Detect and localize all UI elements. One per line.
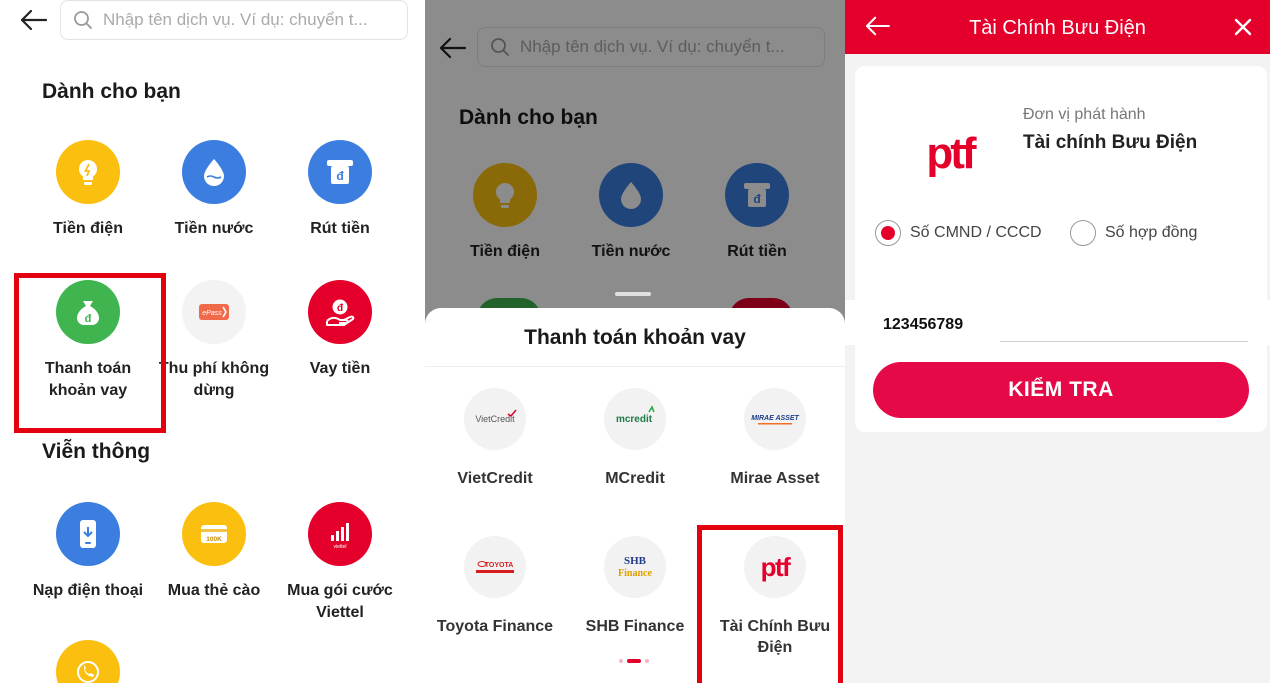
page-dot-active <box>627 658 641 663</box>
check-button[interactable]: KIỂM TRA <box>873 362 1249 418</box>
back-arrow-icon[interactable] <box>18 8 48 32</box>
toyota-finance-logo: TOYOTA <box>464 536 526 598</box>
ptf-payment-screen: Tài Chính Bưu Điện ptf Đơn vị phát hành … <box>845 0 1270 683</box>
services-screen: Dành cho bạn Tiền điện Tiền nước đ Rút t… <box>0 0 425 683</box>
highlight-box <box>14 273 166 433</box>
back-arrow-icon[interactable] <box>863 15 891 37</box>
lender-shb-finance[interactable]: SHB Finance SHB Finance <box>565 536 705 637</box>
service-label: Nạp điện thoại <box>32 582 144 599</box>
atm-withdraw-icon: đ <box>308 140 372 204</box>
svg-text:đ: đ <box>336 169 344 183</box>
radio-label: Số hợp đồng <box>1105 224 1198 241</box>
service-withdraw[interactable]: đ Rút tiền <box>280 140 400 240</box>
search-input[interactable] <box>103 10 407 30</box>
radio-selected-dot <box>881 226 895 240</box>
service-label: Tiền nước <box>174 220 254 237</box>
lender-label: MCredit <box>605 470 665 487</box>
highlight-box <box>697 525 843 683</box>
radio-button[interactable] <box>1070 220 1096 246</box>
section-title-for-you: Dành cho bạn <box>42 80 181 103</box>
svg-text:100K: 100K <box>206 536 222 543</box>
lender-mirae-asset[interactable]: MIRAE ASSET Mirae Asset <box>705 388 845 489</box>
lender-label: VietCredit <box>457 470 533 487</box>
lender-toyota-finance[interactable]: TOYOTA Toyota Finance <box>425 536 565 637</box>
radio-label: Số CMND / CCCD <box>910 224 1042 241</box>
scratch-card-icon: 100K <box>182 502 246 566</box>
svg-text:SHB: SHB <box>624 555 647 567</box>
lightbulb-icon <box>56 140 120 204</box>
page-indicator <box>617 652 651 670</box>
service-borrow[interactable]: đ Vay tiền <box>280 280 400 380</box>
service-etc-toll[interactable]: ePass Thu phí không dừng <box>154 280 274 402</box>
mirae-asset-logo: MIRAE ASSET <box>744 388 806 450</box>
svg-text:ePass: ePass <box>202 310 222 317</box>
sheet-title: Thanh toán khoản vay <box>524 326 746 349</box>
svg-text:mcredit: mcredit <box>616 414 653 425</box>
section-title-telecom: Viễn thông <box>42 440 151 463</box>
shb-finance-logo: SHB Finance <box>604 536 666 598</box>
radio-contract-number[interactable]: Số hợp đồng <box>1070 220 1197 246</box>
id-number-input[interactable] <box>883 314 1183 336</box>
issuer-name: Tài chính Bưu Điện <box>1023 132 1198 153</box>
top-bar: Tài Chính Bưu Điện <box>845 0 1270 54</box>
sheet-drag-handle[interactable] <box>615 292 651 296</box>
svg-text:đ: đ <box>337 303 344 314</box>
phone-topup-icon <box>56 502 120 566</box>
lender-label: SHB Finance <box>585 618 685 635</box>
service-label: Vay tiền <box>309 360 371 377</box>
vietcredit-logo: VietCredit <box>464 388 526 450</box>
divider <box>425 366 845 367</box>
search-icon <box>74 11 92 29</box>
svg-text:Finance: Finance <box>618 568 652 579</box>
radio-id-number[interactable]: Số CMND / CCCD <box>875 220 1042 246</box>
input-underline <box>1000 341 1248 342</box>
close-icon[interactable] <box>1231 15 1255 39</box>
svg-text:ptf: ptf <box>926 129 977 178</box>
service-label: Mua thẻ cào <box>167 582 261 599</box>
svg-text:TOYOTA: TOYOTA <box>485 562 514 569</box>
phone-call-icon <box>56 640 120 683</box>
issuer-label: Đơn vị phát hành <box>1023 106 1146 123</box>
page-title: Tài Chính Bưu Điện <box>969 17 1146 39</box>
lender-mcredit[interactable]: mcredit MCredit <box>565 388 705 489</box>
lender-vietcredit[interactable]: VietCredit VietCredit <box>425 388 565 489</box>
ptf-logo: ptf <box>905 122 995 182</box>
service-scratch-card[interactable]: 100K Mua thẻ cào <box>154 502 274 602</box>
service-viettel-package[interactable]: viettel Mua gói cước Viettel <box>280 502 400 624</box>
viettel-signal-icon: viettel <box>308 502 372 566</box>
service-label: Mua gói cước Viettel <box>287 582 393 621</box>
page-dot <box>645 658 649 663</box>
lender-label: Mirae Asset <box>730 470 820 487</box>
service-electricity[interactable]: Tiền điện <box>28 140 148 240</box>
service-label: Thu phí không dừng <box>158 360 270 399</box>
mcredit-logo: mcredit <box>604 388 666 450</box>
service-water[interactable]: Tiền nước <box>154 140 274 240</box>
svg-text:viettel: viettel <box>333 544 346 550</box>
service-label: Rút tiền <box>310 220 370 237</box>
radio-button[interactable] <box>875 220 901 246</box>
svg-text:MIRAE ASSET: MIRAE ASSET <box>751 415 799 422</box>
epass-icon: ePass <box>182 280 246 344</box>
water-drop-icon <box>182 140 246 204</box>
service-label: Tiền điện <box>53 220 123 237</box>
search-bar[interactable] <box>60 0 408 40</box>
lender-label: Toyota Finance <box>436 618 554 635</box>
loan-provider-sheet-screen: Dành cho bạn Tiền điện Tiền nước đ Rút t… <box>425 0 845 683</box>
service-phone-call[interactable] <box>28 640 148 683</box>
hand-coin-icon: đ <box>308 280 372 344</box>
service-phone-topup[interactable]: Nạp điện thoại <box>28 502 148 602</box>
page-dot <box>619 658 623 663</box>
